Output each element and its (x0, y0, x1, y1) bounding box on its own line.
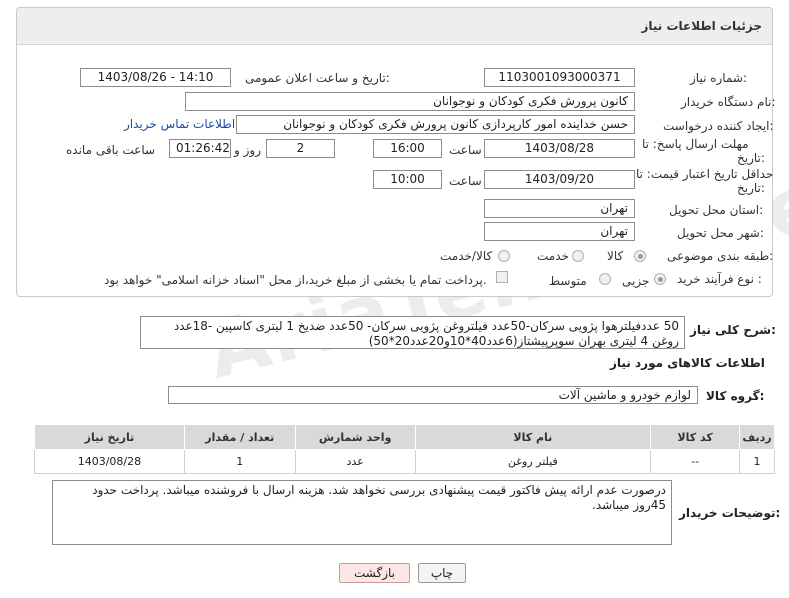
price-validity-date-field: 1403/09/20 (484, 170, 635, 189)
treasury-checkbox-label: پرداخت تمام یا بخشی از مبلغ خرید،از محل … (104, 273, 487, 287)
goods-group-label: گروه کالا: (706, 389, 765, 403)
table-row: 1 -- فیلتر روغن عدد 1 1403/08/28 (34, 449, 775, 474)
process-option-minor: جزیی (622, 274, 650, 288)
deadline-days-field: 2 (266, 139, 335, 158)
cell-code: -- (650, 449, 741, 474)
cell-name: فیلتر روغن (414, 449, 652, 474)
price-validity-label: حداقل تاریخ اعتبار قیمت: تا (636, 167, 774, 181)
description-field: 50 عددفیلترهوا پژویی سرکان-50عدد فیلتروغ… (140, 316, 685, 349)
treasury-checkbox[interactable] (496, 271, 508, 283)
remaining-time-field: 01:26:42 (169, 139, 231, 158)
buyer-name-label: نام دستگاه خریدار: (681, 95, 776, 109)
announce-datetime-field: 1403/08/26 - 14:10 (80, 68, 231, 87)
category-radio-both[interactable] (498, 250, 510, 262)
price-validity-label-date: تاریخ: (737, 181, 765, 195)
category-option-goods: کالا (607, 249, 624, 263)
creator-field: حسن خداینده امور کارپردازی کانون پرورش ف… (236, 115, 635, 134)
price-validity-time-field: 10:00 (373, 170, 442, 189)
creator-label: ایجاد کننده درخواست: (663, 119, 774, 133)
deadline-time-label: ساعت (449, 143, 482, 157)
goods-info-title: اطلاعات کالاهای مورد نیاز (610, 356, 765, 370)
category-option-both: کالا/خدمت (440, 249, 493, 263)
process-option-medium: متوسط (549, 274, 587, 288)
cell-unit: عدد (294, 449, 416, 474)
col-header-quantity: تعداد / مقدار (183, 424, 296, 450)
col-header-code: کد کالا (650, 424, 741, 450)
category-option-service: خدمت (537, 249, 569, 263)
remaining-time-label: ساعت باقی مانده (66, 143, 156, 157)
deadline-date-field: 1403/08/28 (484, 139, 635, 158)
buyer-notes-field: درصورت عدم ارائه پیش فاکتور قیمت پیشنهاد… (52, 480, 672, 545)
need-number-label: شماره نیاز: (690, 71, 748, 85)
back-button[interactable]: بازگشت (339, 563, 410, 583)
buyer-name-field: کانون پرورش فکری کودکان و نوجوانان (185, 92, 635, 111)
category-radio-service[interactable] (572, 250, 584, 262)
province-field: تهران (484, 199, 635, 218)
city-field: تهران (484, 222, 635, 241)
col-header-unit: واحد شمارش (294, 424, 416, 450)
category-radio-goods[interactable] (634, 250, 646, 262)
process-label: نوع فرآیند خرید : (677, 272, 762, 286)
cell-date: 1403/08/28 (34, 449, 185, 474)
items-table: ردیف کد کالا نام کالا واحد شمارش تعداد /… (34, 424, 775, 474)
panel-title: جزئیات اطلاعات نیاز (641, 19, 762, 33)
deadline-label-date: تاریخ: (737, 151, 765, 165)
col-header-name: نام کالا (414, 424, 652, 450)
need-number-field: 1103001093000371 (484, 68, 635, 87)
deadline-time-field: 16:00 (373, 139, 442, 158)
deadline-label: مهلت ارسال پاسخ: تا (642, 137, 749, 151)
col-header-date: تاریخ نیاز (34, 424, 185, 450)
description-label: شرح کلی نیاز: (690, 323, 776, 337)
items-table-header: ردیف کد کالا نام کالا واحد شمارش تعداد /… (34, 424, 775, 450)
process-radio-medium[interactable] (599, 273, 611, 285)
process-radio-minor[interactable] (654, 273, 666, 285)
buyer-contact-link[interactable]: اطلاعات تماس خریدار (124, 117, 235, 131)
province-label: استان محل تحویل: (669, 203, 764, 217)
cell-quantity: 1 (183, 449, 296, 474)
panel-header: جزئیات اطلاعات نیاز (17, 8, 772, 45)
announce-datetime-label: تاریخ و ساعت اعلان عمومی: (245, 71, 390, 85)
price-validity-time-label: ساعت (449, 174, 482, 188)
goods-group-field: لوازم خودرو و ماشین آلات (168, 386, 698, 404)
cell-row-number: 1 (739, 449, 775, 474)
city-label: شهر محل تحویل: (677, 226, 764, 240)
deadline-days-label: روز و (234, 143, 261, 157)
category-label: طبقه بندی موضوعی: (667, 249, 774, 263)
print-button[interactable]: چاپ (418, 563, 466, 583)
buyer-notes-label: توضیحات خریدار: (679, 506, 781, 520)
col-header-row: ردیف (739, 424, 775, 450)
